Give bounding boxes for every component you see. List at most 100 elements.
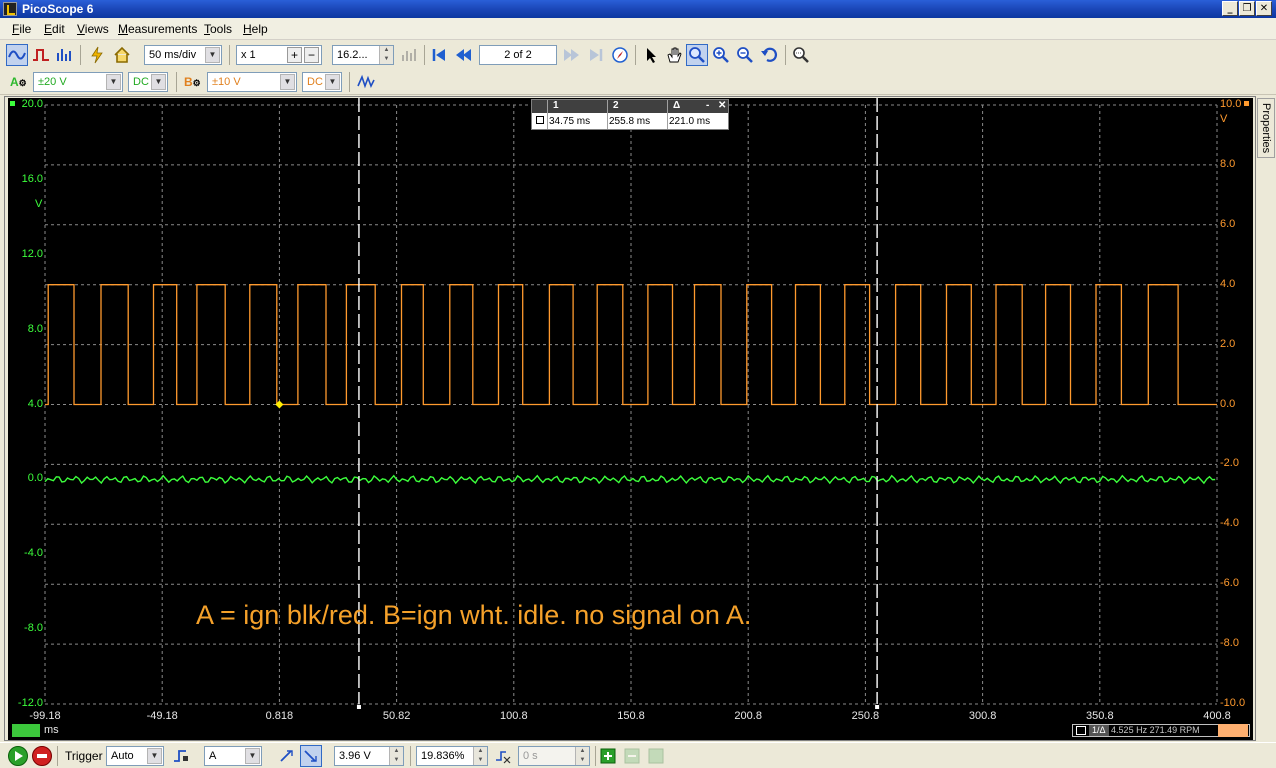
table-divider <box>667 100 668 129</box>
channel-b-range-select[interactable]: ±10 V ▼ <box>207 72 297 92</box>
resolution-enhance-icon[interactable] <box>398 44 420 66</box>
channel-a-coupling-select[interactable]: DC ▼ <box>128 72 168 92</box>
minimize-button[interactable]: _ <box>1222 1 1238 16</box>
channel-a-scale-handle <box>10 101 15 106</box>
edit-measurement-icon[interactable] <box>645 745 667 767</box>
ruler-handle <box>356 705 361 709</box>
delete-measurement-icon[interactable] <box>621 745 643 767</box>
rising-edge-icon[interactable] <box>276 745 298 767</box>
home-icon[interactable] <box>111 44 133 66</box>
trigger-label: Trigger <box>65 749 103 763</box>
falling-edge-icon[interactable] <box>300 745 322 767</box>
add-measurement-icon[interactable] <box>597 745 619 767</box>
channel-a-axis-badge[interactable] <box>12 724 40 737</box>
properties-tab[interactable]: Properties <box>1257 98 1275 158</box>
right-axis-unit: V <box>1220 113 1228 125</box>
previous-buffer-icon[interactable] <box>452 44 474 66</box>
channel-options-icon: ⚙ <box>18 78 27 88</box>
toolbar-separator <box>176 72 177 92</box>
sample-count-field[interactable]: 16.2... ▲ ▼ <box>332 45 394 65</box>
menu-measurements[interactable]: Measurements <box>118 22 197 36</box>
zoom-out-step-button[interactable]: − <box>304 47 319 63</box>
spinner-icon[interactable]: ▲ ▼ <box>575 747 589 765</box>
zoom-out-icon[interactable] <box>734 44 756 66</box>
minimize-icon[interactable]: - <box>706 100 709 111</box>
right-axis-tick-label: -6.0 <box>1220 577 1239 590</box>
zoom-overview-icon[interactable] <box>790 44 812 66</box>
chevron-down-icon: ▼ <box>245 748 260 764</box>
zoom-in-step-button[interactable]: + <box>287 47 302 63</box>
ruler-1-value: 34.75 ms <box>549 116 591 127</box>
picoscope-app-icon <box>3 2 17 16</box>
scope-mode-icon[interactable] <box>6 44 28 66</box>
restore-button[interactable]: ❐ <box>1239 1 1255 16</box>
start-capture-button[interactable] <box>8 746 28 766</box>
readout-indicator-icon <box>1076 726 1086 735</box>
channel-b-scale-handle <box>1244 101 1249 106</box>
x-axis-unit: ms <box>44 724 59 736</box>
undo-zoom-icon[interactable] <box>758 44 780 66</box>
pre-trigger-value: 19.836% <box>421 750 465 762</box>
zoom-in-icon[interactable] <box>710 44 732 66</box>
toolbar-separator <box>410 746 411 766</box>
toolbar-separator <box>785 45 786 65</box>
chevron-down-icon: ▼ <box>106 74 121 90</box>
spinner-icon[interactable]: ▲ ▼ <box>379 46 393 64</box>
post-trigger-delay-icon[interactable] <box>492 745 514 767</box>
channel-a-trace <box>44 474 1216 485</box>
hand-pan-icon[interactable] <box>663 44 685 66</box>
menu-views[interactable]: Views <box>77 22 109 36</box>
select-pointer-icon[interactable] <box>640 44 662 66</box>
right-axis-tick-label: -4.0 <box>1220 517 1239 530</box>
x-axis-tick-label: 350.8 <box>1086 710 1114 722</box>
persistence-mode-icon[interactable] <box>30 44 52 66</box>
menu-tools[interactable]: Tools <box>204 22 232 36</box>
advanced-trigger-icon[interactable] <box>170 745 192 767</box>
trigger-delay-field[interactable]: 0 s ▲ ▼ <box>518 746 590 766</box>
trigger-source-select[interactable]: A ▼ <box>204 746 262 766</box>
left-axis-tick-label: -4.0 <box>24 547 43 560</box>
toolbar-separator <box>229 45 230 65</box>
zoom-region-icon[interactable] <box>686 44 708 66</box>
menu-file[interactable]: File <box>12 22 31 36</box>
spinner-icon[interactable]: ▲ ▼ <box>473 747 487 765</box>
timebase-select[interactable]: 50 ms/div ▼ <box>144 45 222 65</box>
toolbar-separator <box>635 45 636 65</box>
buffer-page-field[interactable]: 2 of 2 <box>479 45 557 65</box>
x-axis-tick-label: 50.82 <box>382 710 411 722</box>
scope-graph[interactable] <box>8 98 1253 740</box>
table-divider <box>607 100 608 129</box>
stop-capture-button[interactable] <box>32 746 52 766</box>
trigger-threshold-field[interactable]: 3.96 V ▲ ▼ <box>334 746 404 766</box>
channel-b-options-button[interactable]: B⚙ <box>184 72 206 92</box>
spinner-icon[interactable]: ▲ ▼ <box>389 747 403 765</box>
menu-help[interactable]: Help <box>243 22 268 36</box>
first-buffer-icon[interactable] <box>428 44 450 66</box>
ruler-table[interactable]: 1 2 Δ - ✕ 34.75 ms 255.8 ms 221.0 ms <box>531 99 729 130</box>
left-axis-tick-label: -12.0 <box>17 697 43 709</box>
next-buffer-icon[interactable] <box>561 44 583 66</box>
trigger-mode-select[interactable]: Auto ▼ <box>106 746 164 766</box>
zoom-factor-field[interactable]: x 1 + − <box>236 45 322 65</box>
close-icon[interactable]: ✕ <box>718 100 726 111</box>
properties-tab-label: Properties <box>1260 103 1272 154</box>
chevron-down-icon: ▼ <box>205 47 220 63</box>
math-channels-icon[interactable] <box>355 71 377 93</box>
menu-edit[interactable]: Edit <box>44 22 65 36</box>
channel-a-options-button[interactable]: A⚙ <box>10 72 32 92</box>
close-button[interactable]: ✕ <box>1256 1 1272 16</box>
scope-view[interactable] <box>8 98 1253 740</box>
auto-setup-icon[interactable] <box>86 44 108 66</box>
ruler-checkbox[interactable] <box>536 116 544 124</box>
right-axis-tick-label: -8.0 <box>1220 637 1239 650</box>
spectrum-mode-icon[interactable] <box>54 44 76 66</box>
channel-b-coupling-select[interactable]: DC ▼ <box>302 72 342 92</box>
buffer-page-value: 2 of 2 <box>504 49 532 61</box>
buffer-navigator-icon[interactable] <box>609 44 631 66</box>
pre-trigger-field[interactable]: 19.836% ▲ ▼ <box>416 746 488 766</box>
window-title: PicoScope 6 <box>22 2 94 16</box>
channel-a-range-select[interactable]: ±20 V ▼ <box>33 72 123 92</box>
channel-b-axis-badge[interactable] <box>1218 724 1248 737</box>
right-axis-tick-label: 2.0 <box>1220 337 1236 350</box>
last-buffer-icon[interactable] <box>585 44 607 66</box>
